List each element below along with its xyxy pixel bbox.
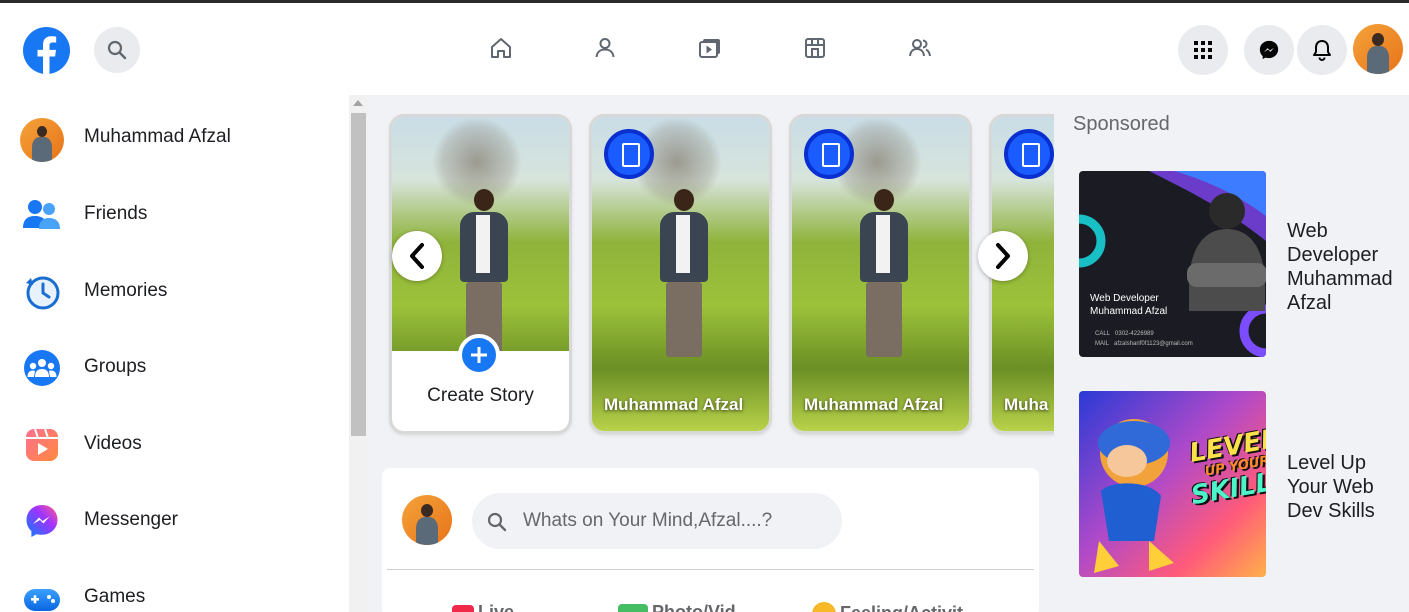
messenger-icon <box>21 500 63 542</box>
sidebar-item-label: Muhammad Afzal <box>84 126 231 147</box>
search-icon <box>107 40 127 60</box>
sponsored-title: Sponsored <box>1073 113 1170 135</box>
sidebar-item-games[interactable]: Games <box>0 569 349 612</box>
live-video-button[interactable]: Live <box>452 602 514 612</box>
ad-image-text: LEVEL UP YOUR SKILLS <box>1187 423 1266 512</box>
search-button[interactable] <box>94 27 140 73</box>
sidebar-item-label: Videos <box>84 433 142 454</box>
account-avatar[interactable] <box>1353 24 1403 74</box>
home-icon[interactable] <box>489 36 513 60</box>
sidebar-item-label: Groups <box>84 356 147 377</box>
scroll-up-arrow-icon[interactable] <box>353 100 363 106</box>
post-composer: Whats on Your Mind,Afzal....? Live Photo… <box>382 468 1039 612</box>
feeling-activity-button[interactable]: Feeling/Activit <box>812 602 963 612</box>
stories-prev-button[interactable] <box>392 231 442 281</box>
photo-icon <box>618 604 648 612</box>
whats-on-your-mind-input[interactable]: Whats on Your Mind,Afzal....? <box>472 493 842 549</box>
videos-icon <box>21 424 63 466</box>
ad-caption-web-developer[interactable]: Web Developer Muhammad Afzal <box>1287 219 1407 315</box>
left-sidebar: Muhammad Afzal Friends Memories Groups V… <box>0 95 349 612</box>
friends-icon <box>21 194 63 236</box>
feeling-icon <box>812 602 836 612</box>
sidebar-item-memories[interactable]: Memories <box>0 263 349 323</box>
plus-icon[interactable] <box>458 334 500 376</box>
sidebar-item-label: Games <box>84 586 146 607</box>
groups-icon <box>21 347 63 389</box>
scrollbar-thumb[interactable] <box>351 113 366 436</box>
memories-icon <box>21 271 63 313</box>
groups-nav-icon[interactable] <box>908 36 932 60</box>
story-avatar <box>1004 129 1054 179</box>
composer-placeholder: Whats on Your Mind,Afzal....? <box>523 510 773 531</box>
stories-next-button[interactable] <box>978 231 1028 281</box>
story-avatar <box>604 129 654 179</box>
sidebar-item-friends[interactable]: Friends <box>0 186 349 246</box>
sidebar-item-profile[interactable]: Muhammad Afzal <box>0 109 349 169</box>
sidebar-scrollbar[interactable] <box>349 95 368 612</box>
create-story-label: Create Story <box>427 385 534 406</box>
profile-avatar <box>20 118 64 162</box>
story-name: Muhammad Afzal <box>604 395 744 414</box>
menu-button[interactable] <box>1178 25 1228 75</box>
story-card[interactable]: Muhammad Afzal <box>792 117 969 431</box>
ad-contact-text: CALL 0302-4226989 MAIL afzalsharif0f1123… <box>1095 331 1193 347</box>
search-icon <box>487 512 507 532</box>
facebook-logo-icon[interactable] <box>23 27 70 74</box>
sidebar-item-videos[interactable]: Videos <box>0 416 349 476</box>
story-card[interactable]: Muhammad Afzal <box>592 117 769 431</box>
top-navbar <box>0 3 1409 95</box>
bell-icon <box>1313 40 1331 61</box>
watch-icon[interactable] <box>698 36 722 60</box>
sidebar-item-label: Memories <box>84 280 168 301</box>
notifications-button[interactable] <box>1297 25 1347 75</box>
marketplace-icon[interactable] <box>803 36 827 60</box>
games-icon <box>21 577 63 612</box>
composer-avatar[interactable] <box>402 495 452 545</box>
friends-nav-icon[interactable] <box>593 36 617 60</box>
chevron-left-icon <box>410 243 424 269</box>
ad-image-level-up[interactable]: LEVEL UP YOUR SKILLS <box>1079 391 1266 577</box>
grid-menu-icon <box>1194 41 1212 59</box>
ad-image-web-developer[interactable]: Web Developer Muhammad Afzal CALL 0302-4… <box>1079 171 1266 357</box>
story-avatar <box>804 129 854 179</box>
sidebar-item-messenger[interactable]: Messenger <box>0 492 349 552</box>
story-name: Muha <box>1004 395 1049 414</box>
sidebar-item-label: Messenger <box>84 509 178 530</box>
messenger-icon <box>1259 40 1279 60</box>
live-icon <box>452 605 474 612</box>
chevron-right-icon <box>996 243 1010 269</box>
photo-video-button[interactable]: Photo/Vid <box>618 602 736 612</box>
messenger-button[interactable] <box>1244 25 1294 75</box>
right-rail: Sponsored Web Developer Muhammad Afzal C… <box>1054 95 1409 612</box>
ad-image-text: Web Developer Muhammad Afzal <box>1090 293 1168 317</box>
ad-caption-level-up[interactable]: Level Up Your Web Dev Skills <box>1287 451 1407 523</box>
composer-divider <box>387 569 1034 570</box>
sidebar-item-groups[interactable]: Groups <box>0 339 349 399</box>
story-name: Muhammad Afzal <box>804 395 944 414</box>
sidebar-item-label: Friends <box>84 203 148 224</box>
